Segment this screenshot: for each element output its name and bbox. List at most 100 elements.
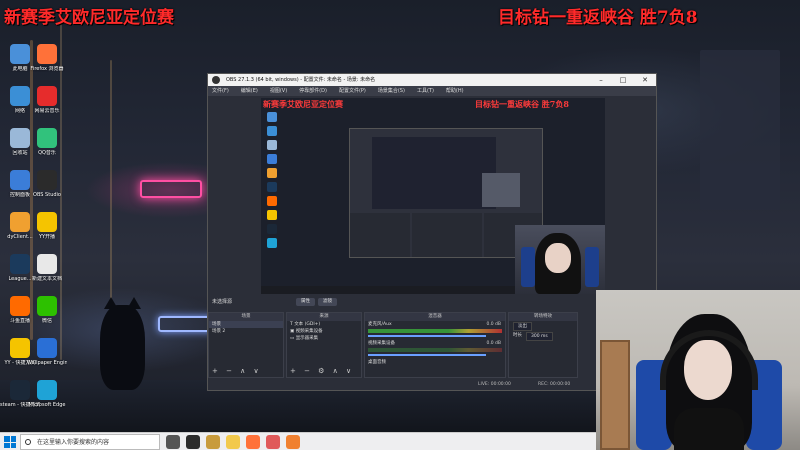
preview-taskbar	[261, 286, 515, 294]
scene-tools[interactable]: + − ∧ ∨	[212, 367, 262, 375]
transition-select-row: 淡出	[509, 321, 577, 331]
source-tools[interactable]: + − ⚙ ∧ ∨	[290, 367, 354, 375]
preview-desktop-icons	[263, 112, 285, 252]
search-placeholder: 在这里输入你要搜索的内容	[37, 439, 110, 446]
mixer-header: 混音器	[365, 313, 505, 321]
rec-time: REC: 00:00:00	[538, 382, 571, 387]
scene-item[interactable]: 场景	[209, 321, 283, 328]
desktop-icon-label: Firefox 浏览器	[30, 66, 64, 72]
source-item[interactable]: ▣ 视频采集设备	[287, 328, 361, 335]
menu-profile[interactable]: 配置文件(P)	[339, 86, 366, 96]
app-taskbar-icon[interactable]	[286, 435, 300, 449]
desktop-icon[interactable]: OBS Studio	[27, 170, 67, 198]
source-label: 显示器采集	[295, 336, 319, 341]
scene-item[interactable]: 场景 2	[209, 328, 283, 335]
desktop-icon[interactable]: Microsoft Edge	[27, 380, 67, 408]
yy-icon	[37, 212, 57, 232]
obs-window[interactable]: OBS 27.1.3 (64 bit, windows) - 配置文件: 未命名…	[207, 73, 657, 391]
source-item[interactable]: ▭ 显示器采集	[287, 335, 361, 342]
netease-music-icon	[37, 86, 57, 106]
volume-meter	[368, 348, 502, 352]
mixer-channel: 麦克风/Aux 0.0 dB	[365, 321, 505, 340]
desktop-icon-label: Microsoft Edge	[28, 402, 66, 408]
desktop-icon-label: Wallpaper Engine	[27, 360, 67, 366]
menu-scene-collection[interactable]: 场景集合(S)	[378, 86, 405, 96]
stream-title-right: 目标钻一重返峡谷 胜7负8	[498, 8, 698, 28]
qq-music-icon	[37, 128, 57, 148]
scenes-header: 场景	[209, 313, 283, 321]
mixer-channel-db: 0.0 dB	[486, 341, 501, 346]
menu-docks[interactable]: 停靠部件(D)	[299, 86, 327, 96]
obs-taskbar-icon[interactable]	[186, 435, 200, 449]
league-taskbar-icon[interactable]	[206, 435, 220, 449]
obs-preview[interactable]: 新赛季艾欧尼亚定位赛 目标钻一重返峡谷 胜7负8	[261, 98, 605, 294]
source-toolbar: 未选择源 属性 滤镜	[208, 296, 656, 308]
source-label: 视频采集设备	[295, 329, 323, 334]
mixer-channel: 桌面音频	[365, 359, 505, 378]
preview-webcam	[515, 225, 605, 294]
menu-file[interactable]: 文件(F)	[212, 86, 229, 96]
source-label: 文本 (GDI+)	[294, 322, 321, 327]
obs-menubar: 文件(F) 编辑(E) 视图(V) 停靠部件(D) 配置文件(P) 场景集合(S…	[208, 86, 656, 96]
desktop-icon[interactable]: QQ音乐	[27, 128, 67, 156]
stream-title-left: 新赛季艾欧尼亚定位赛	[4, 8, 174, 28]
minimize-button[interactable]: –	[590, 74, 612, 86]
mixer-channel: 视频采集设备 0.0 dB	[365, 340, 505, 359]
nested-obs-preview	[349, 128, 543, 258]
cat-silhouette	[100, 297, 145, 390]
volume-slider[interactable]	[368, 335, 486, 337]
volume-meter	[368, 329, 502, 333]
mixer-channel-name: 视频采集设备	[368, 341, 395, 346]
firefox-taskbar-icon[interactable]	[246, 435, 260, 449]
desktop-icon[interactable]: Firefox 浏览器	[27, 44, 67, 72]
edge-icon	[37, 380, 57, 400]
firefox-icon	[37, 44, 57, 64]
mixer-channel-name: 桌面音频	[368, 360, 386, 365]
start-button[interactable]	[4, 436, 16, 448]
desktop-icon-label: QQ音乐	[38, 150, 56, 156]
close-button[interactable]: ✕	[634, 74, 656, 86]
wallpaper-engine-icon	[37, 338, 57, 358]
desktop-icon[interactable]: YY开播	[27, 212, 67, 240]
obs-logo-icon	[212, 76, 220, 84]
mixer-channel-name: 麦克风/Aux	[368, 322, 392, 327]
desktop-icon-label: 新建文本文档	[31, 276, 62, 282]
text-file-icon	[37, 254, 57, 274]
mixer-channel-db: 0.0 dB	[486, 322, 501, 327]
live-time: LIVE: 00:00:00	[478, 382, 511, 387]
filters-button[interactable]: 滤镜	[318, 298, 337, 306]
desktop-icon[interactable]: 微信	[27, 296, 67, 324]
duration-input[interactable]: 300 ms	[526, 332, 553, 341]
windows-taskbar: 在这里输入你要搜索的内容	[0, 432, 596, 450]
desktop-icon[interactable]: Wallpaper Engine	[27, 338, 67, 366]
search-icon	[25, 439, 31, 445]
folder-icon[interactable]	[226, 435, 240, 449]
neon-sign	[140, 180, 202, 198]
obs-icon	[37, 170, 57, 190]
transitions-header: 转场特效	[509, 313, 577, 321]
menu-tools[interactable]: 工具(T)	[417, 86, 434, 96]
menu-help[interactable]: 帮助(H)	[446, 86, 464, 96]
transition-select[interactable]: 淡出	[513, 322, 532, 331]
obs-titlebar[interactable]: OBS 27.1.3 (64 bit, windows) - 配置文件: 未命名…	[208, 74, 656, 86]
properties-button[interactable]: 属性	[296, 298, 315, 306]
wechat-icon	[37, 296, 57, 316]
duration-label: 时长	[513, 333, 522, 338]
preview-title-right: 目标钻一重返峡谷 胜7负8	[475, 99, 569, 109]
media-icon[interactable]	[266, 435, 280, 449]
volume-slider[interactable]	[368, 354, 486, 356]
desktop-icon[interactable]: 网易云音乐	[27, 86, 67, 114]
obs-window-title: OBS 27.1.3 (64 bit, windows) - 配置文件: 未命名…	[226, 77, 376, 83]
no-source-label: 未选择源	[212, 299, 233, 305]
obs-status-bar: LIVE: 00:00:00 REC: 00:00:00 CPU: 3	[208, 380, 656, 390]
sources-header: 来源	[287, 313, 361, 321]
transitions-dock: 转场特效 淡出 时长 300 ms	[508, 312, 578, 378]
source-item[interactable]: T 文本 (GDI+)	[287, 321, 361, 328]
webcam-feed	[596, 290, 800, 450]
menu-edit[interactable]: 编辑(E)	[241, 86, 258, 96]
task-view-icon[interactable]	[166, 435, 180, 449]
menu-view[interactable]: 视图(V)	[270, 86, 287, 96]
maximize-button[interactable]: □	[612, 74, 634, 86]
desktop-icon[interactable]: 新建文本文档	[27, 254, 67, 282]
taskbar-search-box[interactable]: 在这里输入你要搜索的内容	[20, 434, 160, 450]
